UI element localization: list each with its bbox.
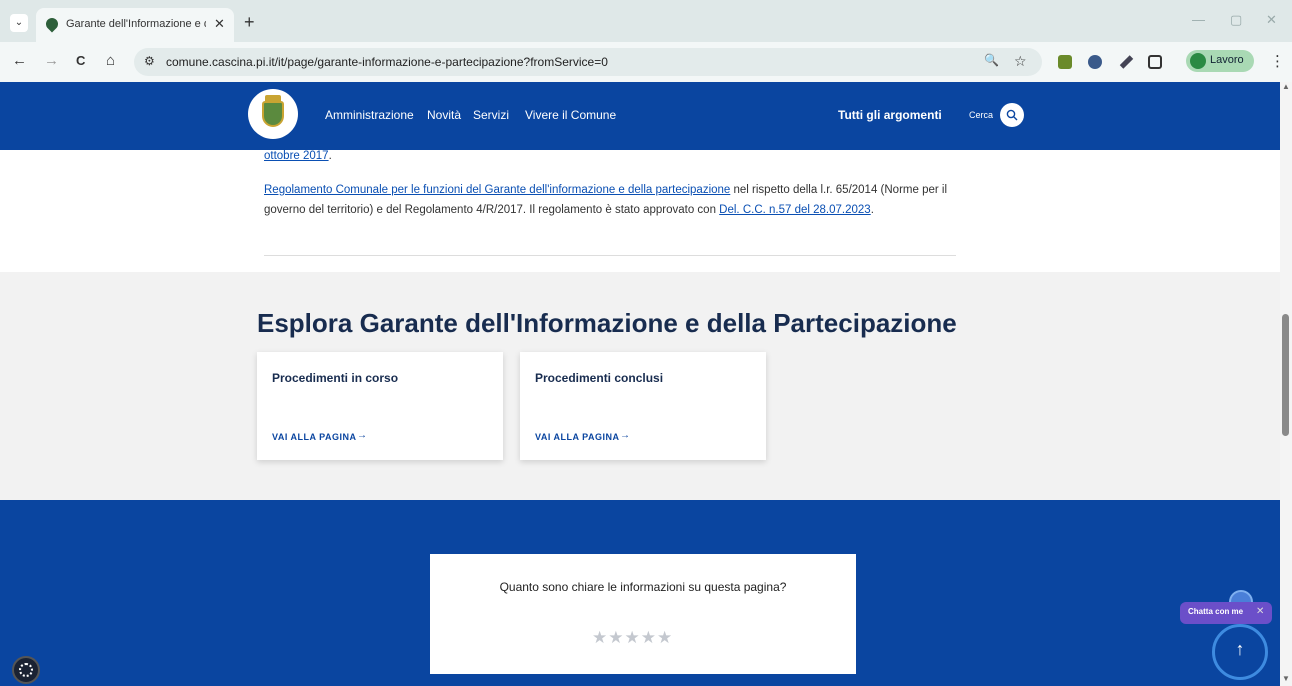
extensions-puzzle-icon[interactable] xyxy=(1148,55,1162,69)
maximize-button[interactable]: ▢ xyxy=(1230,12,1242,28)
arrow-right-icon: → xyxy=(620,430,630,441)
chat-close-icon[interactable]: ✕ xyxy=(1256,606,1264,617)
profile-button[interactable]: Lavoro xyxy=(1186,50,1254,72)
page-content: ottobre 2017. Regolamento Comunale per l… xyxy=(0,150,1280,272)
zoom-icon[interactable]: 🔍 xyxy=(984,53,999,67)
card-page-link[interactable]: VAI ALLA PAGINA xyxy=(272,432,357,442)
page-scrollbar[interactable]: ▲ ▼ xyxy=(1280,82,1292,686)
minimize-button[interactable]: — xyxy=(1192,12,1205,27)
accessibility-icon xyxy=(19,663,33,677)
scrollbar-thumb[interactable] xyxy=(1282,314,1289,436)
card-title[interactable]: Procedimenti conclusi xyxy=(535,371,663,385)
arrow-right-icon: → xyxy=(357,430,367,441)
pen-extension-icon[interactable] xyxy=(1119,55,1134,69)
forward-button[interactable]: → xyxy=(44,52,59,69)
section-divider xyxy=(264,255,956,256)
rating-stars[interactable]: ★★★★★ xyxy=(592,628,673,648)
nav-novita[interactable]: Novità xyxy=(427,108,461,122)
bookmark-star-icon[interactable]: ☆ xyxy=(1014,53,1027,70)
profile-avatar xyxy=(1190,53,1206,69)
card-page-link[interactable]: VAI ALLA PAGINA xyxy=(535,432,620,442)
scroll-up-arrow-icon[interactable]: ▲ xyxy=(1282,82,1290,91)
search-icon xyxy=(1006,109,1018,121)
extension-1-icon[interactable] xyxy=(1058,55,1072,69)
tab-list-button[interactable]: ⌄ xyxy=(10,14,28,32)
site-info-icon[interactable]: ⚙ xyxy=(144,54,155,68)
comune-logo[interactable] xyxy=(248,89,298,139)
search-button[interactable] xyxy=(1000,103,1024,127)
browser-toolbar: ← → C ⌂ ⚙ comune.cascina.pi.it/it/page/g… xyxy=(0,42,1292,82)
tab-favicon-icon xyxy=(43,15,61,33)
search-label[interactable]: Cerca xyxy=(969,110,993,120)
all-topics-link[interactable]: Tutti gli argomenti xyxy=(838,108,942,122)
crest-shield-icon xyxy=(262,101,284,127)
card-title[interactable]: Procedimenti in corso xyxy=(272,371,398,385)
accessibility-button[interactable] xyxy=(12,656,40,684)
back-to-top-button[interactable]: ↑ xyxy=(1212,624,1268,680)
reload-button[interactable]: C xyxy=(76,53,85,68)
arrow-up-icon: ↑ xyxy=(1235,639,1245,659)
paragraph-date: ottobre 2017. xyxy=(264,150,332,162)
browser-tab-active[interactable]: Garante dell'Informazione e del ✕ xyxy=(36,8,234,42)
feedback-band: Quanto sono chiare le informazioni su qu… xyxy=(0,500,1280,686)
chat-label[interactable]: Chatta con me ✕ xyxy=(1180,602,1272,624)
nav-servizi[interactable]: Servizi xyxy=(473,108,509,122)
paragraph-regolamento: Regolamento Comunale per le funzioni del… xyxy=(264,180,964,220)
home-button[interactable]: ⌂ xyxy=(106,52,115,69)
card-procedimenti-conclusi[interactable]: Procedimenti conclusi VAI ALLA PAGINA → xyxy=(520,352,766,460)
rating-question: Quanto sono chiare le informazioni su qu… xyxy=(499,580,787,594)
nav-amministrazione[interactable]: Amministrazione xyxy=(325,108,414,122)
tab-title: Garante dell'Informazione e del xyxy=(66,18,206,30)
site-header: Amministrazione Novità Servizi Vivere il… xyxy=(0,82,1280,150)
close-window-button[interactable]: ✕ xyxy=(1266,12,1277,28)
new-tab-button[interactable]: + xyxy=(244,12,255,33)
date-link[interactable]: ottobre 2017 xyxy=(264,150,329,162)
back-button[interactable]: ← xyxy=(12,52,27,69)
explore-section: Esplora Garante dell'Informazione e dell… xyxy=(0,272,1280,500)
regolamento-link[interactable]: Regolamento Comunale per le funzioni del… xyxy=(264,184,730,196)
scroll-down-arrow-icon[interactable]: ▼ xyxy=(1282,674,1290,683)
card-procedimenti-in-corso[interactable]: Procedimenti in corso VAI ALLA PAGINA → xyxy=(257,352,503,460)
profile-label: Lavoro xyxy=(1210,54,1244,66)
rating-box: Quanto sono chiare le informazioni su qu… xyxy=(430,554,856,674)
browser-menu-icon[interactable]: ⋮ xyxy=(1270,52,1285,70)
extension-2-icon[interactable] xyxy=(1088,55,1102,69)
explore-title: Esplora Garante dell'Informazione e dell… xyxy=(257,308,957,338)
delibera-link[interactable]: Del. C.C. n.57 del 28.07.2023 xyxy=(719,204,871,216)
nav-vivere-il-comune[interactable]: Vivere il Comune xyxy=(525,108,616,122)
url-text[interactable]: comune.cascina.pi.it/it/page/garante-inf… xyxy=(166,55,608,69)
chat-label-text: Chatta con me xyxy=(1188,607,1244,616)
browser-tab-bar: ⌄ Garante dell'Informazione e del ✕ + — … xyxy=(0,0,1292,42)
address-bar[interactable]: ⚙ comune.cascina.pi.it/it/page/garante-i… xyxy=(134,48,1042,76)
regolamento-tail: . xyxy=(870,204,874,216)
date-tail: . xyxy=(328,150,332,162)
tab-close-icon[interactable]: ✕ xyxy=(214,16,225,32)
